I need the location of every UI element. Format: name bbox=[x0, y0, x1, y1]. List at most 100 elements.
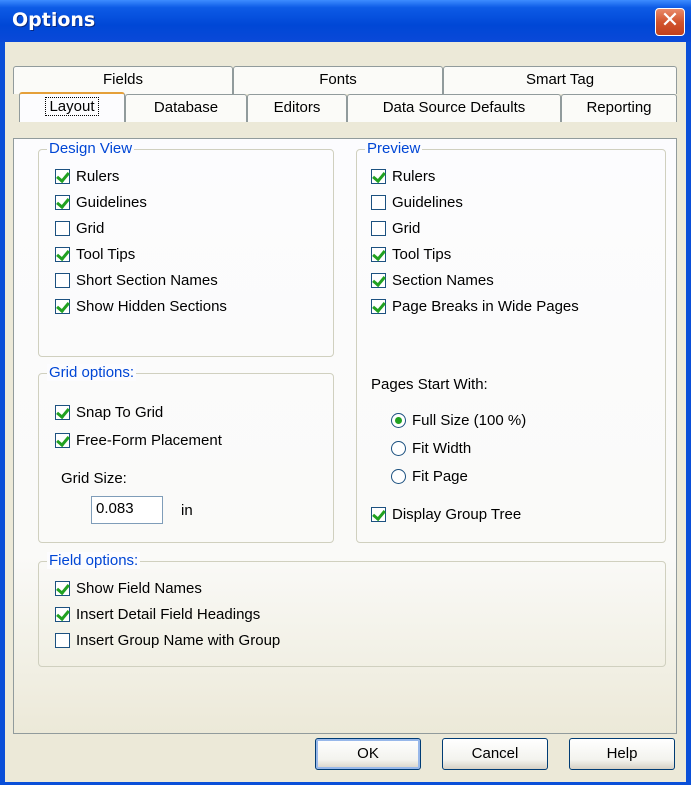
checkbox-label: Tool Tips bbox=[76, 246, 136, 263]
checkbox-box[interactable] bbox=[55, 633, 70, 648]
checkbox-label: Grid bbox=[392, 220, 421, 237]
tab-label: Smart Tag bbox=[525, 71, 595, 88]
options-dialog: Options ✕ Fields Fonts Smart Tag Databas… bbox=[0, 0, 691, 785]
checkbox-label: Short Section Names bbox=[76, 272, 218, 289]
preview-section-names-checkbox[interactable]: Section Names bbox=[371, 272, 494, 289]
window-title: Options bbox=[12, 9, 96, 31]
preview-page-breaks-checkbox[interactable]: Page Breaks in Wide Pages bbox=[371, 298, 579, 315]
tab-label: Database bbox=[153, 99, 219, 116]
radio-circle[interactable] bbox=[391, 413, 406, 428]
tab-smart-tag[interactable]: Smart Tag bbox=[443, 66, 677, 94]
radio-full-size[interactable]: Full Size (100 %) bbox=[391, 412, 526, 429]
tab-reporting[interactable]: Reporting bbox=[561, 94, 677, 122]
preview-grid-checkbox[interactable]: Grid bbox=[371, 220, 420, 237]
design-rulers-checkbox[interactable]: Rulers bbox=[55, 168, 119, 185]
checkbox-box[interactable] bbox=[55, 273, 70, 288]
grid-size-input[interactable]: 0.083 bbox=[91, 496, 163, 524]
insert-detail-field-headings-checkbox[interactable]: Insert Detail Field Headings bbox=[55, 606, 260, 623]
checkbox-box[interactable] bbox=[371, 221, 386, 236]
tab-label: Layout bbox=[45, 97, 99, 116]
snap-to-grid-checkbox[interactable]: Snap To Grid bbox=[55, 404, 163, 421]
checkbox-box[interactable] bbox=[55, 405, 70, 420]
tab-label: Editors bbox=[273, 99, 321, 116]
radio-circle[interactable] bbox=[391, 469, 406, 484]
checkbox-box[interactable] bbox=[371, 247, 386, 262]
checkbox-label: Guidelines bbox=[76, 194, 147, 211]
tab-fonts[interactable]: Fonts bbox=[233, 66, 443, 94]
design-grid-checkbox[interactable]: Grid bbox=[55, 220, 104, 237]
close-button[interactable]: ✕ bbox=[655, 8, 685, 36]
pages-start-with-label: Pages Start With: bbox=[371, 376, 488, 393]
grid-options-group: Grid options: Snap To Grid Free-Form Pla… bbox=[38, 364, 334, 543]
checkbox-box[interactable] bbox=[55, 169, 70, 184]
checkbox-box[interactable] bbox=[55, 299, 70, 314]
design-view-group: Design View Rulers Guidelines Grid Tool … bbox=[38, 140, 334, 357]
radio-label: Fit Page bbox=[412, 468, 468, 485]
radio-label: Fit Width bbox=[412, 440, 472, 457]
checkbox-label: Section Names bbox=[392, 272, 494, 289]
tab-label: Fields bbox=[102, 71, 143, 88]
help-button[interactable]: Help bbox=[569, 738, 675, 770]
checkbox-label: Guidelines bbox=[392, 194, 463, 211]
tab-label: Fonts bbox=[319, 71, 357, 88]
show-field-names-checkbox[interactable]: Show Field Names bbox=[55, 580, 202, 597]
checkbox-box[interactable] bbox=[371, 273, 386, 288]
preview-guidelines-checkbox[interactable]: Guidelines bbox=[371, 194, 463, 211]
radio-circle[interactable] bbox=[391, 441, 406, 456]
preview-title: Preview bbox=[365, 140, 423, 157]
dialog-client-area: Fields Fonts Smart Tag Database Editors … bbox=[5, 42, 686, 782]
checkbox-label: Rulers bbox=[76, 168, 120, 185]
checkbox-box[interactable] bbox=[55, 581, 70, 596]
display-group-tree-checkbox[interactable]: Display Group Tree bbox=[371, 506, 521, 523]
checkbox-label: Snap To Grid bbox=[76, 404, 164, 421]
checkbox-box[interactable] bbox=[371, 195, 386, 210]
design-view-title: Design View bbox=[47, 140, 135, 157]
design-guidelines-checkbox[interactable]: Guidelines bbox=[55, 194, 147, 211]
grid-size-unit: in bbox=[181, 502, 193, 519]
preview-rulers-checkbox[interactable]: Rulers bbox=[371, 168, 435, 185]
layout-tab-panel: Design View Rulers Guidelines Grid Tool … bbox=[13, 138, 677, 734]
checkbox-label: Show Hidden Sections bbox=[76, 298, 227, 315]
checkbox-box[interactable] bbox=[55, 607, 70, 622]
radio-fit-page[interactable]: Fit Page bbox=[391, 468, 468, 485]
checkbox-label: Show Field Names bbox=[76, 580, 202, 597]
checkbox-label: Free-Form Placement bbox=[76, 432, 222, 449]
checkbox-box[interactable] bbox=[371, 299, 386, 314]
design-short-section-names-checkbox[interactable]: Short Section Names bbox=[55, 272, 218, 289]
tab-layout[interactable]: Layout bbox=[19, 92, 125, 122]
tab-data-source-defaults[interactable]: Data Source Defaults bbox=[347, 94, 561, 122]
preview-group: Preview Rulers Guidelines Grid Tool Tips… bbox=[356, 140, 666, 543]
design-tool-tips-checkbox[interactable]: Tool Tips bbox=[55, 246, 135, 263]
checkbox-label: Tool Tips bbox=[392, 246, 452, 263]
close-icon: ✕ bbox=[660, 8, 680, 33]
field-options-group: Field options: Show Field Names Insert D… bbox=[38, 552, 666, 667]
radio-fit-width[interactable]: Fit Width bbox=[391, 440, 471, 457]
checkbox-box[interactable] bbox=[55, 247, 70, 262]
title-bar[interactable]: Options ✕ bbox=[0, 0, 691, 42]
checkbox-box[interactable] bbox=[371, 169, 386, 184]
radio-label: Full Size (100 %) bbox=[412, 412, 527, 429]
checkbox-label: Page Breaks in Wide Pages bbox=[392, 298, 579, 315]
tab-fields[interactable]: Fields bbox=[13, 66, 233, 94]
checkbox-label: Display Group Tree bbox=[392, 506, 522, 523]
checkbox-box[interactable] bbox=[55, 433, 70, 448]
checkbox-box[interactable] bbox=[55, 221, 70, 236]
checkbox-box[interactable] bbox=[55, 195, 70, 210]
free-form-placement-checkbox[interactable]: Free-Form Placement bbox=[55, 432, 222, 449]
checkbox-label: Insert Group Name with Group bbox=[76, 632, 281, 649]
ok-button[interactable]: OK bbox=[315, 738, 421, 770]
grid-size-label: Grid Size: bbox=[61, 470, 127, 487]
tab-label: Reporting bbox=[586, 99, 652, 116]
design-show-hidden-sections-checkbox[interactable]: Show Hidden Sections bbox=[55, 298, 227, 315]
checkbox-box[interactable] bbox=[371, 507, 386, 522]
tab-editors[interactable]: Editors bbox=[247, 94, 347, 122]
tab-database[interactable]: Database bbox=[125, 94, 247, 122]
tab-label: Data Source Defaults bbox=[382, 99, 526, 116]
cancel-button[interactable]: Cancel bbox=[442, 738, 548, 770]
checkbox-label: Insert Detail Field Headings bbox=[76, 606, 261, 623]
checkbox-label: Rulers bbox=[392, 168, 436, 185]
preview-tool-tips-checkbox[interactable]: Tool Tips bbox=[371, 246, 451, 263]
grid-options-title: Grid options: bbox=[47, 364, 137, 381]
checkbox-label: Grid bbox=[76, 220, 105, 237]
insert-group-name-checkbox[interactable]: Insert Group Name with Group bbox=[55, 632, 280, 649]
